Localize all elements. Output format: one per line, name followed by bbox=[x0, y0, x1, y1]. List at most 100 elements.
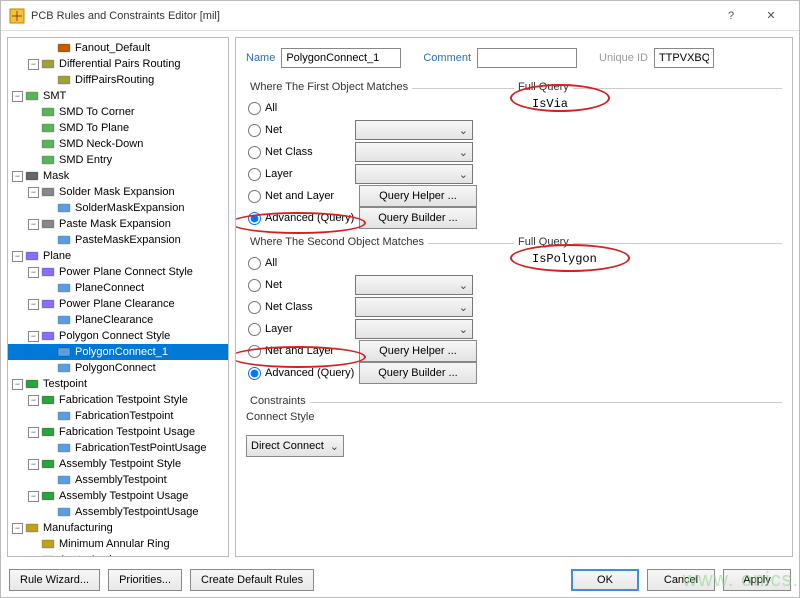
tree-item[interactable]: PlaneClearance bbox=[8, 312, 228, 328]
tree-item[interactable]: SolderMaskExpansion bbox=[8, 200, 228, 216]
tree-item[interactable]: −Polygon Connect Style bbox=[8, 328, 228, 344]
first-full-query-text[interactable]: IsVia bbox=[528, 93, 760, 193]
tree-expander-icon[interactable]: − bbox=[12, 251, 23, 262]
help-button[interactable]: ? bbox=[711, 1, 751, 31]
tree-expander-icon[interactable]: − bbox=[28, 395, 39, 406]
tree-node-label: Manufacturing bbox=[41, 522, 115, 534]
match-combo[interactable]: ⌄ bbox=[355, 297, 473, 317]
tree-expander-icon[interactable]: − bbox=[28, 187, 39, 198]
tree-item[interactable]: − Power Plane Connect Style bbox=[8, 264, 228, 280]
create-default-rules-button[interactable]: Create Default Rules bbox=[190, 569, 314, 591]
rule-wizard-button[interactable]: Rule Wizard... bbox=[9, 569, 100, 591]
tree-expander-icon[interactable]: − bbox=[28, 331, 39, 342]
connect-style-select[interactable]: Direct Connect ⌄ bbox=[246, 435, 344, 457]
first-full-query-title: Full Query bbox=[514, 81, 573, 93]
tree-node-icon bbox=[57, 313, 71, 327]
tree-node-label: Power Plane Connect Style bbox=[57, 266, 195, 278]
match-radio[interactable] bbox=[248, 257, 261, 270]
tree-item[interactable]: Minimum Annular Ring bbox=[8, 536, 228, 552]
tree-expander-icon[interactable]: − bbox=[12, 523, 23, 534]
tree-expander-icon[interactable]: − bbox=[28, 491, 39, 502]
match-radio[interactable] bbox=[248, 212, 261, 225]
tree-item[interactable]: −Assembly Testpoint Style bbox=[8, 456, 228, 472]
query-builder-button[interactable]: Query Builder ... bbox=[359, 362, 477, 384]
tree-expander-icon[interactable]: − bbox=[12, 171, 23, 182]
first-match-title: Where The First Object Matches bbox=[246, 81, 412, 93]
app-icon bbox=[9, 8, 25, 24]
match-radio[interactable] bbox=[248, 124, 261, 137]
tree-item[interactable]: AssemblyTestpoint bbox=[8, 472, 228, 488]
match-radio[interactable] bbox=[248, 102, 261, 115]
cancel-button[interactable]: Cancel bbox=[647, 569, 715, 591]
match-combo[interactable]: ⌄ bbox=[355, 120, 473, 140]
comment-input[interactable] bbox=[477, 48, 577, 68]
tree-item[interactable]: SMD To Plane bbox=[8, 120, 228, 136]
tree-item[interactable]: PolygonConnect bbox=[8, 360, 228, 376]
match-combo[interactable]: ⌄ bbox=[355, 275, 473, 295]
tree-expander-icon[interactable]: − bbox=[28, 59, 39, 70]
name-input[interactable] bbox=[281, 48, 401, 68]
rules-tree[interactable]: Fanout_Default−Differential Pairs Routin… bbox=[8, 38, 228, 556]
tree-node-icon bbox=[41, 217, 55, 231]
tree-expander-icon[interactable]: − bbox=[28, 427, 39, 438]
match-radio[interactable] bbox=[248, 190, 261, 203]
tree-expander-icon[interactable]: − bbox=[28, 267, 39, 278]
match-combo[interactable]: ⌄ bbox=[355, 164, 473, 184]
match-radio[interactable] bbox=[248, 345, 261, 358]
tree-item[interactable]: −Fabrication Testpoint Style bbox=[8, 392, 228, 408]
close-button[interactable]: ✕ bbox=[751, 1, 791, 31]
tree-item[interactable]: −Differential Pairs Routing bbox=[8, 56, 228, 72]
tree-item[interactable]: SMD To Corner bbox=[8, 104, 228, 120]
match-radio[interactable] bbox=[248, 279, 261, 292]
tree-item[interactable]: −Fabrication Testpoint Usage bbox=[8, 424, 228, 440]
match-radio[interactable] bbox=[248, 323, 261, 336]
tree-item[interactable]: −Testpoint bbox=[8, 376, 228, 392]
query-helper-button[interactable]: Query Helper ... bbox=[359, 185, 477, 207]
match-radio[interactable] bbox=[248, 301, 261, 314]
tree-item[interactable]: Fanout_Default bbox=[8, 40, 228, 56]
tree-expander-icon[interactable]: − bbox=[28, 299, 39, 310]
tree-item[interactable]: PolygonConnect_1 bbox=[8, 344, 228, 360]
tree-item[interactable]: −Paste Mask Expansion bbox=[8, 216, 228, 232]
tree-expander-icon[interactable]: − bbox=[12, 379, 23, 390]
tree-item[interactable]: PlaneConnect bbox=[8, 280, 228, 296]
tree-item[interactable]: −SMT bbox=[8, 88, 228, 104]
tree-item[interactable]: Acute Angle bbox=[8, 552, 228, 556]
match-radio[interactable] bbox=[248, 146, 261, 159]
tree-item[interactable]: −Plane bbox=[8, 248, 228, 264]
second-full-query-text[interactable]: IsPolygon bbox=[528, 248, 760, 348]
tree-expander-icon[interactable]: − bbox=[12, 91, 23, 102]
unique-id-input[interactable] bbox=[654, 48, 714, 68]
tree-node-icon bbox=[41, 393, 55, 407]
query-helper-button[interactable]: Query Helper ... bbox=[359, 340, 477, 362]
tree-item[interactable]: − Manufacturing bbox=[8, 520, 228, 536]
tree-item[interactable]: SMD Neck-Down bbox=[8, 136, 228, 152]
match-radio[interactable] bbox=[248, 367, 261, 380]
match-combo[interactable]: ⌄ bbox=[355, 319, 473, 339]
match-radio[interactable] bbox=[248, 168, 261, 181]
tree-item[interactable]: PasteMaskExpansion bbox=[8, 232, 228, 248]
tree-item[interactable]: AssemblyTestpointUsage bbox=[8, 504, 228, 520]
priorities-button[interactable]: Priorities... bbox=[108, 569, 182, 591]
ok-button[interactable]: OK bbox=[571, 569, 639, 591]
tree-node-label: Solder Mask Expansion bbox=[57, 186, 177, 198]
tree-node-icon bbox=[57, 505, 71, 519]
tree-expander-icon[interactable]: − bbox=[28, 459, 39, 470]
tree-item[interactable]: −Assembly Testpoint Usage bbox=[8, 488, 228, 504]
tree-item[interactable]: FabricationTestPointUsage bbox=[8, 440, 228, 456]
tree-item[interactable]: SMD Entry bbox=[8, 152, 228, 168]
tree-item[interactable]: FabricationTestpoint bbox=[8, 408, 228, 424]
tree-node-icon bbox=[41, 553, 55, 556]
tree-expander-icon[interactable]: − bbox=[28, 219, 39, 230]
tree-node-icon bbox=[25, 169, 39, 183]
tree-item[interactable]: DiffPairsRouting bbox=[8, 72, 228, 88]
tree-node-label: SMD Neck-Down bbox=[57, 138, 145, 150]
query-builder-button[interactable]: Query Builder ... bbox=[359, 207, 477, 229]
tree-node-icon bbox=[57, 41, 71, 55]
match-combo[interactable]: ⌄ bbox=[355, 142, 473, 162]
tree-item[interactable]: −Mask bbox=[8, 168, 228, 184]
tree-item[interactable]: −Power Plane Clearance bbox=[8, 296, 228, 312]
tree-node-label: Acute Angle bbox=[57, 554, 120, 556]
apply-button[interactable]: Apply bbox=[723, 569, 791, 591]
tree-item[interactable]: − Solder Mask Expansion bbox=[8, 184, 228, 200]
